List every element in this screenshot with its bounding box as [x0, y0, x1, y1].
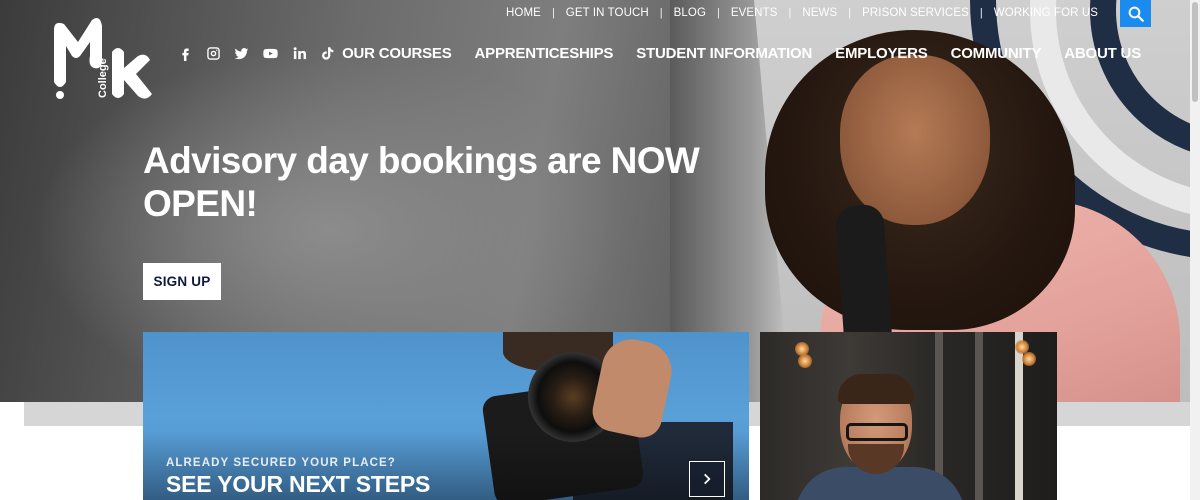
top-nav-news[interactable]: NEWS — [802, 7, 837, 19]
nav-separator: | — [979, 7, 983, 19]
nav-apprenticeships[interactable]: APPRENTICESHIPS — [475, 45, 614, 62]
logo-graphic: College — [54, 18, 152, 99]
top-nav-working-for-us[interactable]: WORKING FOR US — [994, 7, 1098, 19]
chevron-right-icon — [704, 473, 711, 485]
utility-nav: HOME | GET IN TOUCH | BLOG | EVENTS | NE… — [506, 7, 1098, 19]
social-links — [178, 46, 335, 61]
student-photo-card[interactable] — [760, 332, 1057, 500]
nav-employers[interactable]: EMPLOYERS — [835, 45, 928, 62]
glasses — [846, 423, 908, 441]
instagram-icon[interactable] — [206, 46, 221, 61]
nav-separator: | — [551, 7, 555, 19]
search-icon — [1128, 6, 1144, 22]
facebook-icon[interactable] — [178, 46, 193, 61]
hero-title: Advisory day bookings are NOW OPEN! — [143, 140, 700, 224]
nav-our-courses[interactable]: OUR COURSES — [342, 45, 452, 62]
nav-separator: | — [717, 7, 720, 19]
nav-about-us[interactable]: ABOUT US — [1064, 45, 1141, 62]
top-nav-get-in-touch[interactable]: GET IN TOUCH — [566, 7, 649, 19]
page-scrollbar[interactable] — [1190, 0, 1200, 500]
scroll-thumb[interactable] — [1192, 2, 1198, 102]
twitter-icon[interactable] — [234, 46, 249, 61]
top-nav-home[interactable]: HOME — [506, 7, 541, 19]
top-nav-prison-services[interactable]: PRISON SERVICES — [862, 7, 969, 19]
college-logo[interactable]: College — [48, 12, 158, 102]
next-steps-card[interactable]: ALREADY SECURED YOUR PLACE? SEE YOUR NEX… — [143, 332, 749, 500]
main-nav: OUR COURSES APPRENTICESHIPS STUDENT INFO… — [342, 45, 1141, 62]
card-title: SEE YOUR NEXT STEPS — [166, 471, 431, 497]
linkedin-icon[interactable] — [292, 46, 307, 61]
nav-community[interactable]: COMMUNITY — [951, 45, 1042, 62]
nav-student-information[interactable]: STUDENT INFORMATION — [636, 45, 812, 62]
top-nav-events[interactable]: EVENTS — [731, 7, 778, 19]
youtube-icon[interactable] — [262, 46, 279, 61]
card-arrow-button[interactable] — [689, 461, 725, 497]
nav-separator: | — [659, 7, 663, 19]
search-button[interactable] — [1120, 0, 1151, 27]
top-nav-blog[interactable]: BLOG — [674, 7, 706, 19]
nav-separator: | — [848, 7, 852, 19]
tiktok-icon[interactable] — [320, 46, 335, 61]
card-kicker: ALREADY SECURED YOUR PLACE? — [166, 457, 396, 469]
sign-up-button[interactable]: SIGN UP — [143, 263, 221, 300]
nav-separator: | — [788, 7, 792, 19]
logo-word: College — [97, 58, 109, 98]
